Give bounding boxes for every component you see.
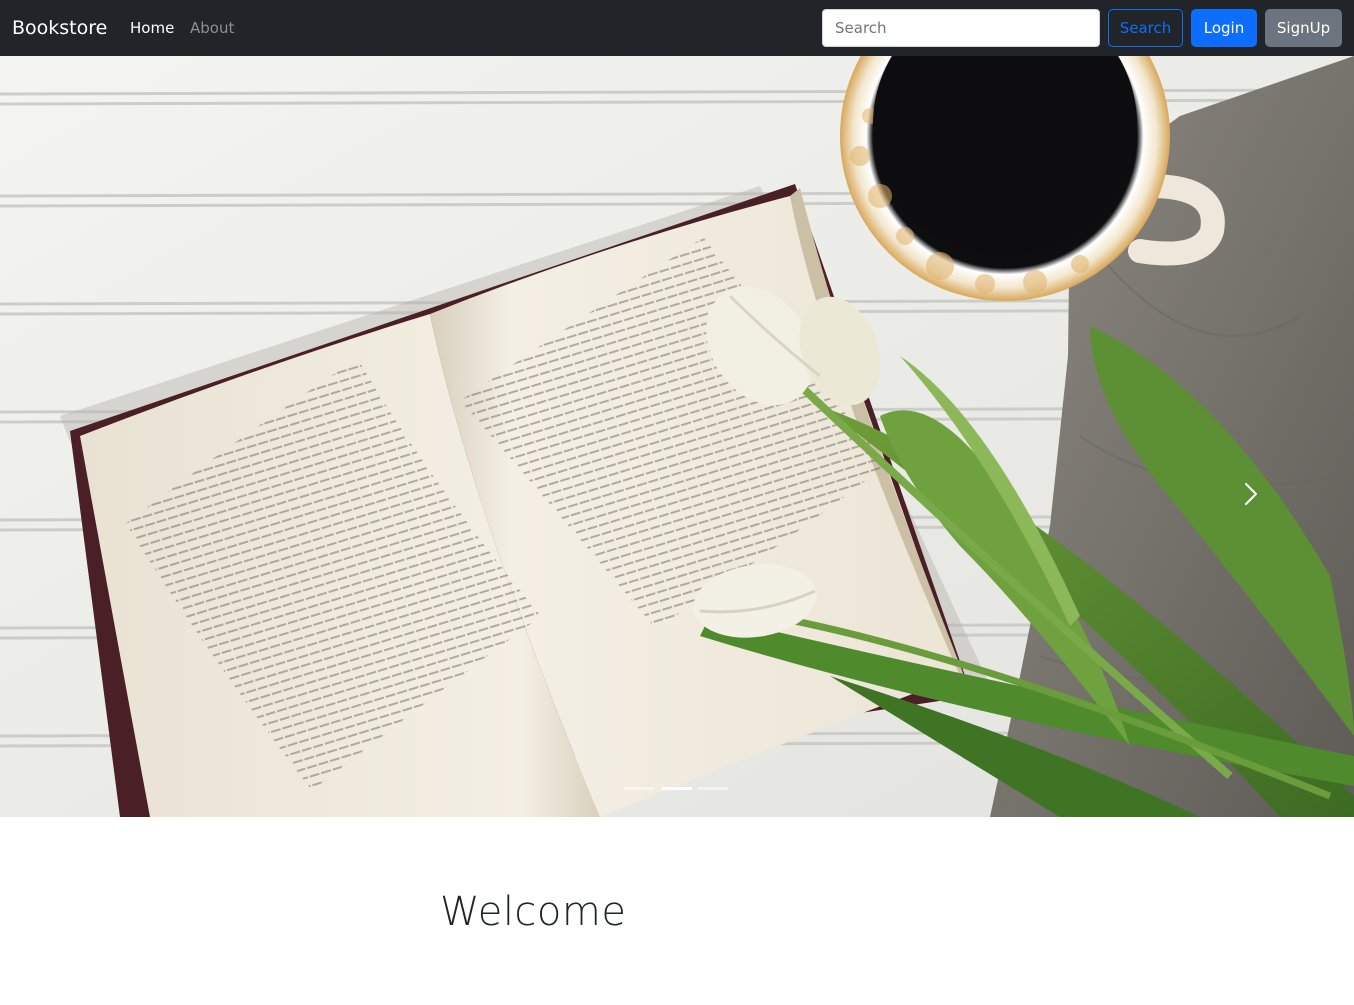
nav-home-link[interactable]: Home — [130, 17, 174, 39]
search-input[interactable] — [822, 9, 1100, 47]
carousel-indicator-3[interactable] — [698, 787, 728, 790]
carousel-indicator-2[interactable] — [662, 787, 692, 790]
brand-logo[interactable]: Bookstore — [12, 14, 107, 42]
carousel-indicators — [624, 787, 730, 793]
hero-carousel — [0, 56, 1354, 817]
search-button[interactable]: Search — [1108, 9, 1183, 47]
chevron-right-icon[interactable] — [1234, 476, 1266, 512]
carousel-indicator-1[interactable] — [624, 787, 654, 790]
navbar: Bookstore Home About Search Login SignUp — [0, 0, 1354, 56]
nav-about-link[interactable]: About — [190, 17, 234, 39]
signup-button[interactable]: SignUp — [1265, 9, 1342, 47]
welcome-heading: Welcome — [440, 889, 627, 935]
carousel-slide-image — [0, 56, 1354, 817]
login-button[interactable]: Login — [1191, 9, 1257, 47]
